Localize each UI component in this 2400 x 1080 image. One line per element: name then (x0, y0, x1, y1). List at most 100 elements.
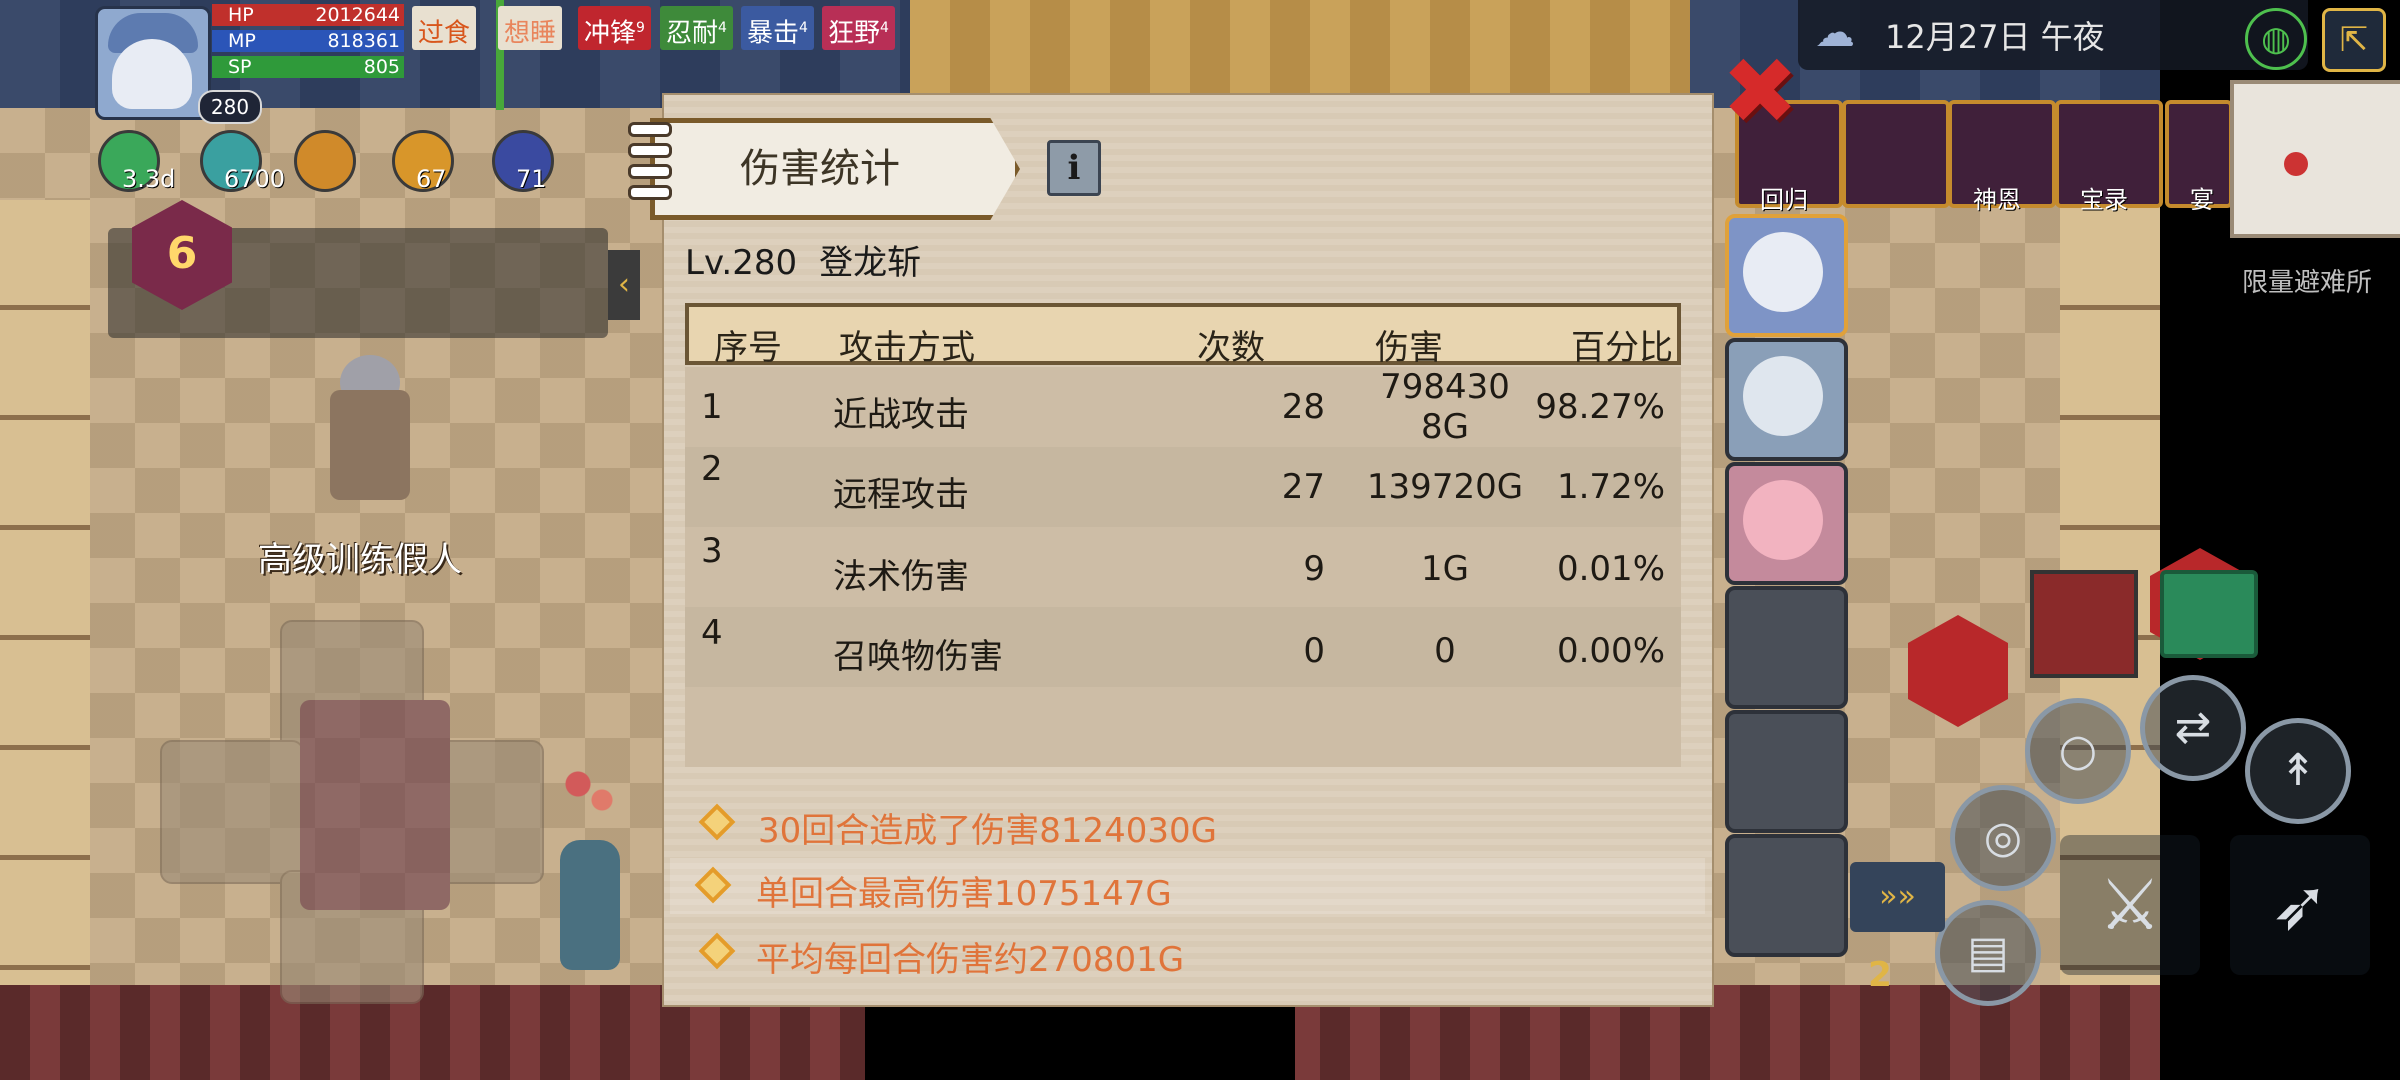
buff-badge[interactable]: 暴击4 (741, 6, 814, 50)
party-slot-6[interactable] (1725, 834, 1848, 957)
party-slot-2[interactable] (1725, 338, 1848, 461)
journal-icon[interactable]: ▤ (1935, 900, 2041, 1006)
collapse-arrow-icon[interactable]: ‹ (608, 250, 640, 320)
dodge-icon[interactable]: ↟ (2245, 718, 2351, 824)
dpad[interactable] (160, 620, 544, 1004)
buff-badge[interactable]: 冲锋9 (578, 6, 651, 50)
row-damage: 798430 (1380, 367, 1510, 407)
gold-coin-icon[interactable] (294, 130, 356, 192)
buff-label: 冲锋 (584, 18, 637, 49)
diamond-bullet-icon (694, 866, 732, 904)
gold-curtain (910, 0, 1690, 108)
bow-attack-icon[interactable]: ➶ (2230, 835, 2370, 975)
buff-label: 过食 (418, 18, 471, 49)
row-count: 9 (1303, 549, 1325, 589)
row-count: 27 (1281, 467, 1325, 507)
row-count: 0 (1303, 631, 1325, 671)
row-damage: 0 (1434, 631, 1456, 671)
buff-stack: 4 (718, 20, 727, 36)
summary-total: 30回合造成了伤害8124030G (670, 795, 1705, 851)
magnify-icon[interactable]: ◎ (1950, 785, 2056, 891)
summary-total-text: 30回合造成了伤害8124030G (758, 811, 1218, 851)
top-icon-label: 宝录 (2080, 186, 2128, 214)
top-icon-label: 神恩 (1973, 186, 2021, 214)
row-percent: 1.72% (1556, 467, 1665, 507)
bottom-count-badge: 2 (1868, 955, 1892, 995)
row-index: 1 (701, 387, 723, 427)
row-attack-type: 近战攻击 (833, 395, 969, 435)
buff-badge[interactable]: 忍耐4 (660, 6, 733, 50)
flower-decoration (560, 760, 620, 840)
globe-icon[interactable]: ◍ (2245, 8, 2307, 70)
row-percent: 0.00% (1556, 631, 1665, 671)
top-icon-label: 宴 (2190, 186, 2214, 214)
table-header: 序号 攻击方式 次数 伤害 百分比 (685, 303, 1681, 368)
buff-stack: 4 (880, 20, 889, 36)
diamond-bullet-icon (698, 803, 736, 841)
row-percent: 0.01% (1556, 549, 1665, 589)
buff-label: 狂野 (828, 18, 881, 49)
buff-badge[interactable]: 狂野4 (822, 6, 895, 50)
row-damage-cont: 8G (1421, 407, 1469, 447)
skill-level-number: 6 (166, 228, 198, 279)
table-row: 1 近战攻击 28 798430 8G 98.27% (685, 367, 1681, 447)
party-slot-3[interactable] (1725, 462, 1848, 585)
resource-value: 6700 (224, 165, 286, 193)
close-icon[interactable]: ✖ (1720, 46, 1800, 138)
summary-max-text: 单回合最高伤害1075147G (756, 874, 1172, 914)
row-percent: 98.27% (1535, 387, 1665, 427)
col-index: 序号 (714, 328, 782, 368)
buff-label: 想睡 (504, 18, 557, 49)
table-row: 4 召唤物伤害 0 0 0.00% (685, 607, 1681, 687)
cube-item-icon[interactable] (2030, 570, 2138, 678)
sp-label: SP (228, 56, 252, 78)
green-book-icon[interactable] (2160, 570, 2258, 658)
damage-table: 1 近战攻击 28 798430 8G 98.27% 2 远程攻击 27 139… (685, 367, 1681, 767)
row-index: 4 (701, 613, 723, 653)
swap-icon[interactable]: ⇄ (2140, 675, 2246, 781)
resource-value: 71 (516, 165, 547, 193)
buff-badge[interactable]: 过食 (412, 6, 477, 50)
buff-stack: 9 (636, 20, 645, 36)
diamond-bullet-icon (698, 932, 736, 970)
party-slot-4[interactable] (1725, 586, 1848, 709)
dpad-left[interactable] (160, 740, 304, 884)
player-marker-icon (2284, 152, 2308, 176)
training-dummy[interactable] (330, 390, 410, 500)
mp-bar: MP 818361 (212, 30, 404, 52)
hp-value: 2012644 (315, 4, 400, 26)
sword-attack-icon[interactable]: ⚔ (2060, 835, 2200, 975)
character-portrait-3 (1743, 480, 1823, 560)
table-row: 3 法术伤害 9 1G 0.01% (685, 527, 1681, 607)
fast-forward-icon[interactable]: »» (1850, 862, 1945, 932)
date-time: 12月27日 午夜 (1885, 18, 2105, 56)
search-icon[interactable]: ○ (2025, 698, 2131, 804)
player-level-badge: 280 (198, 90, 262, 124)
character-portrait-2 (1743, 356, 1823, 436)
row-damage: 139720G (1366, 467, 1524, 507)
sp-bar: SP 805 (212, 56, 404, 78)
summary-average: 平均每回合伤害约270801G (670, 924, 1705, 980)
party-slot-5[interactable] (1725, 710, 1848, 833)
row-damage: 1G (1421, 549, 1469, 589)
row-index: 3 (701, 531, 723, 571)
info-icon[interactable]: i (1047, 140, 1101, 196)
col-percent: 百分比 (1571, 328, 1673, 368)
bed-object (300, 700, 450, 910)
purple-crystal-icon[interactable] (1842, 100, 1950, 208)
sp-value: 805 (363, 56, 400, 78)
row-index: 2 (701, 449, 723, 489)
resource-value: 67 (416, 165, 447, 193)
hp-bar: HP 2012644 (212, 4, 404, 26)
vase (560, 840, 620, 970)
minimap[interactable] (2230, 80, 2400, 238)
character-portrait-1 (1743, 232, 1823, 312)
left-wall (0, 200, 90, 1000)
player-avatar[interactable] (95, 6, 211, 120)
buff-label: 忍耐 (666, 18, 719, 49)
binder-rings (628, 122, 678, 202)
col-count: 次数 (1197, 328, 1265, 368)
exit-icon[interactable]: ⇱ (2322, 8, 2386, 72)
buff-badge[interactable]: 想睡 (498, 6, 563, 50)
party-slot-1[interactable] (1725, 214, 1848, 337)
